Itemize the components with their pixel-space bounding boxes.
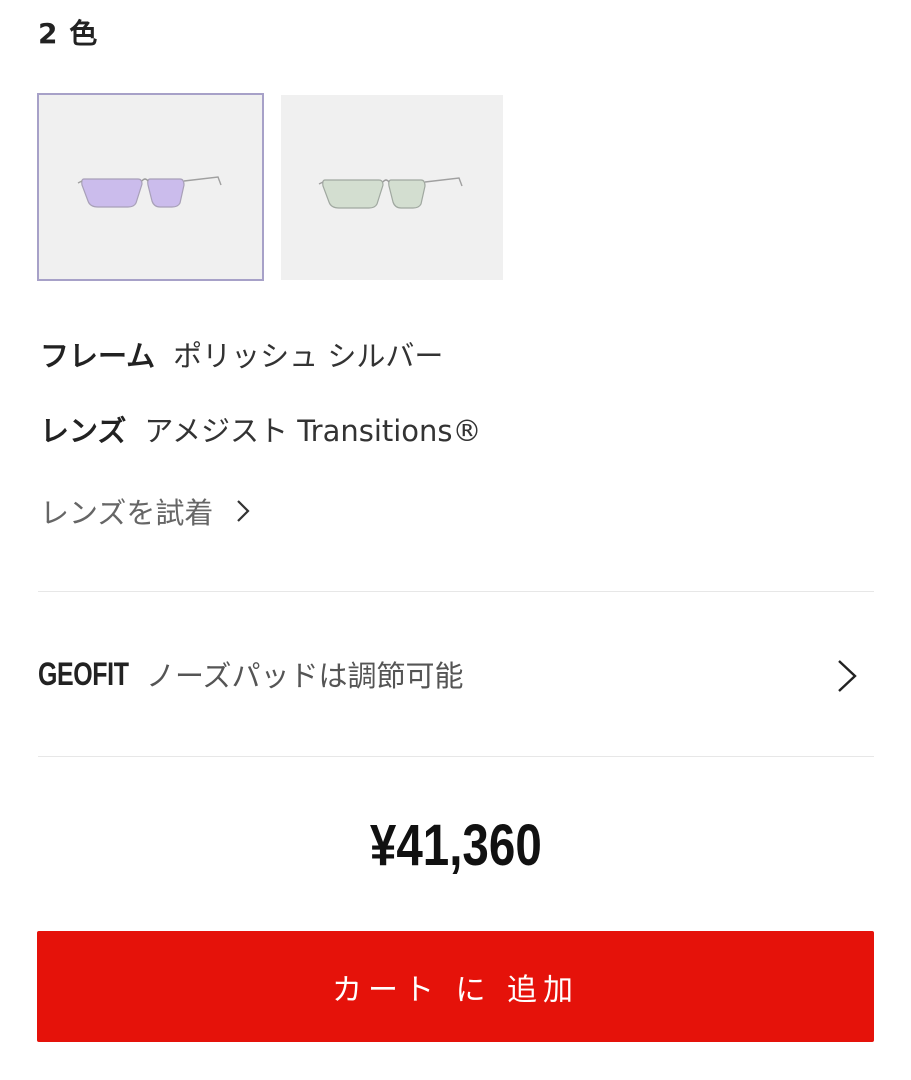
sunglasses-green-image xyxy=(318,176,463,209)
lens-attribute: レンズ アメジスト Transitions® xyxy=(40,408,482,450)
price: ¥41,360 xyxy=(0,812,911,879)
lens-value: アメジスト Transitions® xyxy=(144,414,482,448)
try-on-lens-link[interactable]: レンズを試着 xyxy=(40,490,251,532)
frame-value: ポリッシュ シルバー xyxy=(173,339,444,373)
add-to-cart-button[interactable]: カート に 追加 xyxy=(37,931,874,1042)
product-options-page: 2 色 フレーム ポリッシュ シルバー レンズ アメジスト Transitions®… xyxy=(0,0,911,1080)
try-on-label: レンズを試着 xyxy=(40,496,214,530)
price-value: ¥41,360 xyxy=(369,813,542,878)
color-count-label: 2 色 xyxy=(38,17,99,50)
geofit-row[interactable]: GEOFIT ノーズパッドは調節可能 xyxy=(38,592,874,756)
variant-swatch-purple[interactable] xyxy=(37,93,264,281)
chevron-right-icon xyxy=(838,660,857,692)
frame-key: フレーム xyxy=(40,339,156,373)
geofit-brand: GEOFIT xyxy=(38,655,129,692)
lens-key: レンズ xyxy=(40,414,127,448)
frame-attribute: フレーム ポリッシュ シルバー xyxy=(40,333,443,375)
geofit-description: ノーズパッドは調節可能 xyxy=(146,659,464,693)
divider xyxy=(38,756,874,757)
variant-swatch-green[interactable] xyxy=(281,95,503,280)
sunglasses-purple-image xyxy=(77,176,222,208)
chevron-right-icon xyxy=(237,500,250,522)
